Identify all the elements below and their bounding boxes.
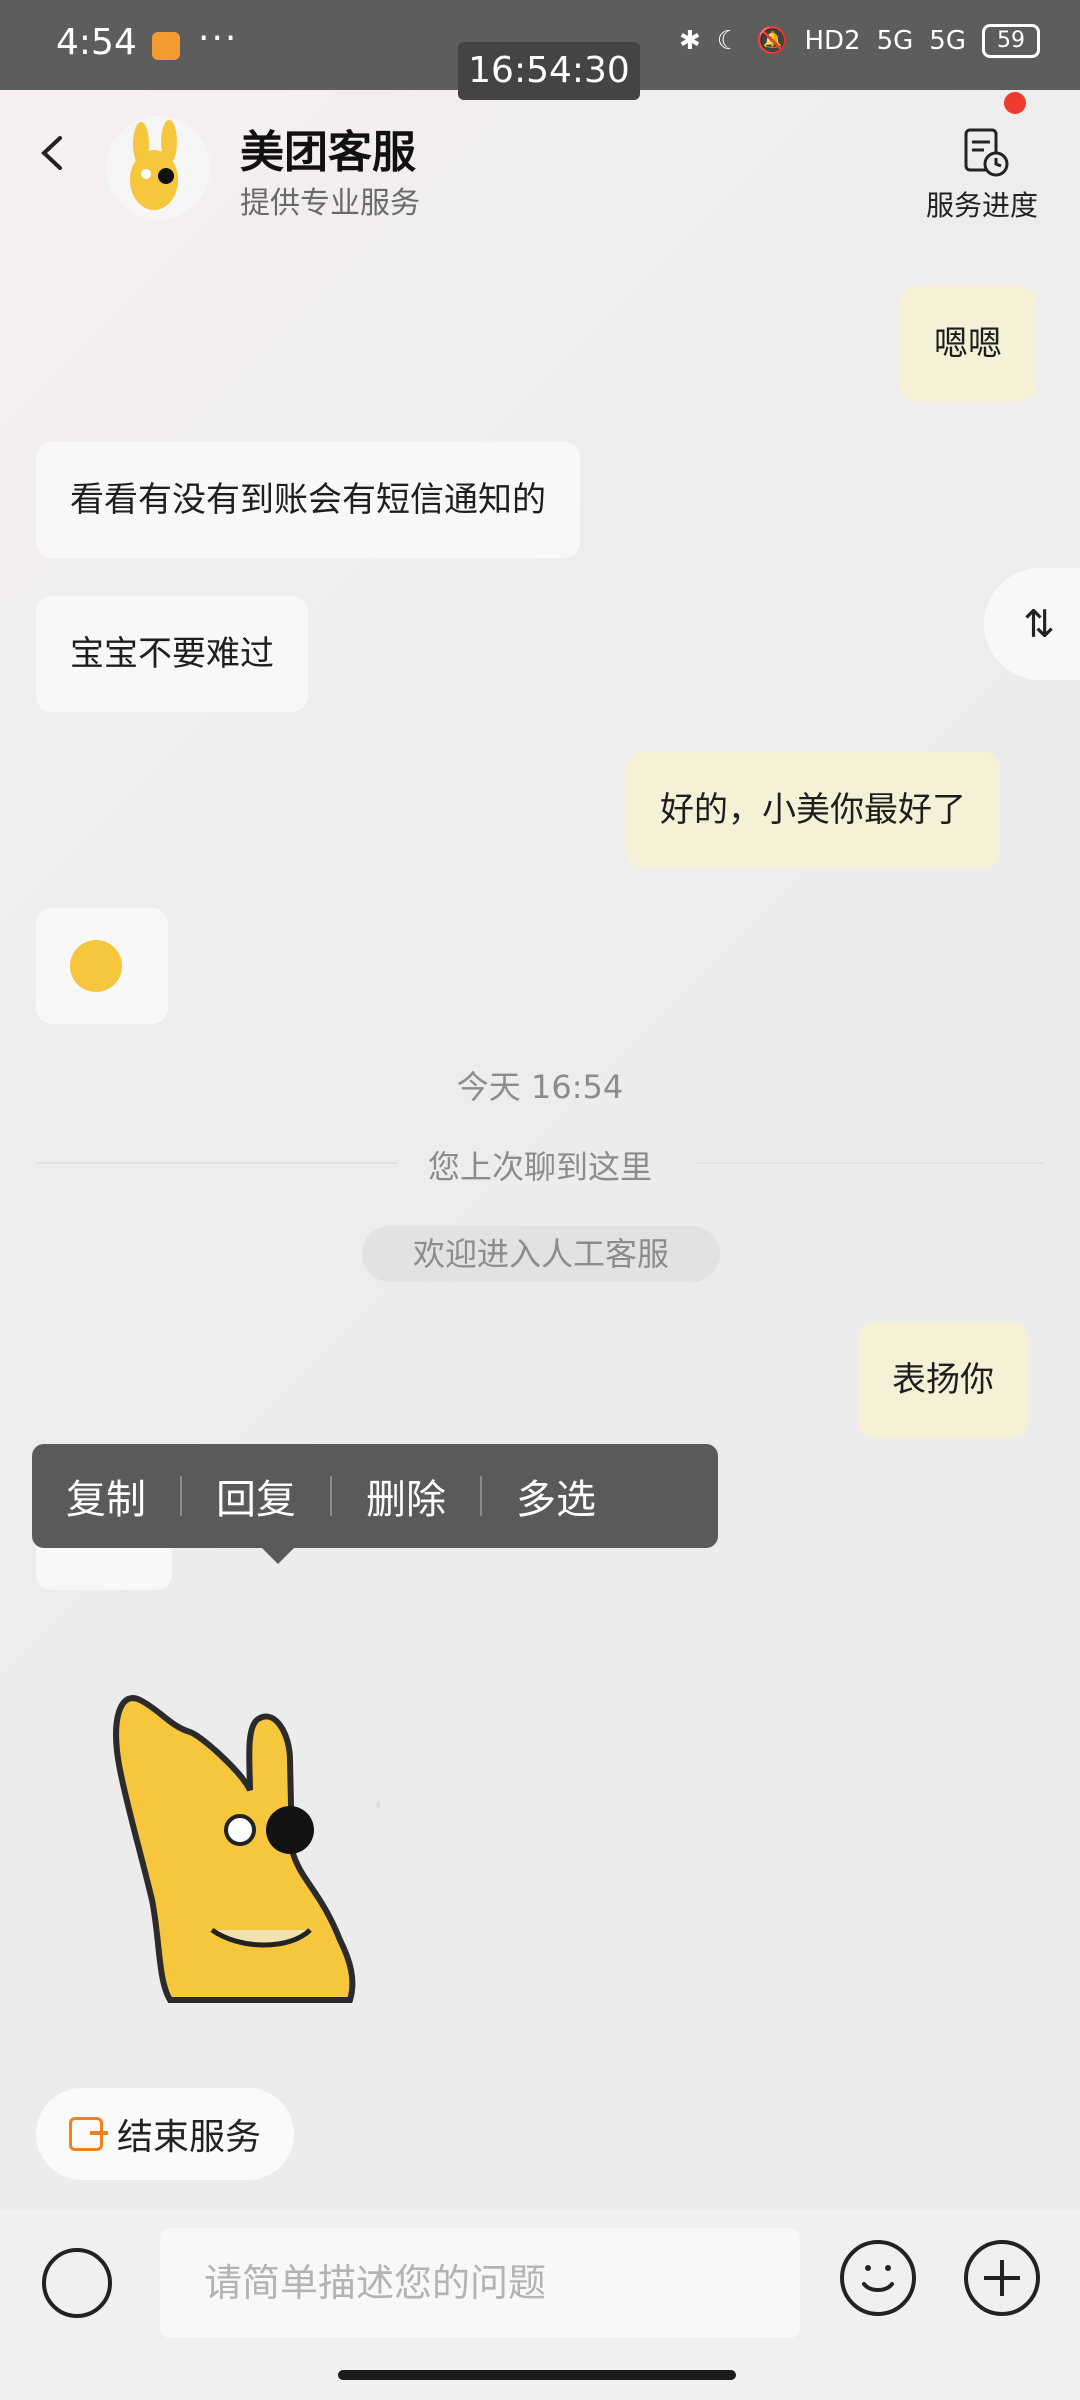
more-icon: ···: [198, 18, 239, 59]
service-progress-button[interactable]: 服务进度: [920, 124, 1050, 234]
end-service-button[interactable]: 结束服务: [36, 2088, 294, 2180]
chat-header: 美团客服 提供专业服务 服务进度: [0, 90, 1080, 260]
voice-icon[interactable]: [42, 2248, 112, 2318]
sticker-mascot[interactable]: [100, 1680, 380, 2010]
moon-icon: ☾: [716, 26, 741, 56]
menu-reply[interactable]: 回复: [182, 1467, 330, 1525]
mascot-icon: [106, 116, 210, 220]
signal-1-icon: 5G: [876, 26, 914, 56]
menu-multiselect[interactable]: 多选: [482, 1467, 630, 1525]
message-bubble[interactable]: 宝宝不要难过: [36, 596, 308, 712]
menu-delete[interactable]: 删除: [332, 1467, 480, 1525]
bluetooth-icon: ✱: [678, 26, 701, 56]
message-bubble[interactable]: 表扬你: [858, 1322, 1028, 1438]
agent-subtitle: 提供专业服务: [240, 186, 420, 221]
blush-emoji-icon: [70, 940, 122, 992]
emoji-message-bubble[interactable]: [36, 908, 168, 1024]
message-input[interactable]: [160, 2228, 800, 2338]
avatar[interactable]: [106, 116, 210, 220]
signal-2-icon: 5G: [929, 26, 966, 56]
plus-icon[interactable]: [964, 2240, 1040, 2316]
status-time: 4:54: [56, 22, 137, 63]
document-clock-icon: [964, 128, 1009, 177]
back-icon[interactable]: [36, 136, 70, 170]
emoji-icon[interactable]: [840, 2240, 916, 2316]
message-bubble[interactable]: 好的，小美你最好了: [626, 752, 1000, 868]
message-bubble[interactable]: 嗯嗯: [900, 286, 1036, 402]
hd-icon: HD2: [804, 26, 861, 56]
notification-dot: [1004, 92, 1026, 114]
menu-copy[interactable]: 复制: [32, 1467, 180, 1525]
last-chat-marker: 您上次聊到这里: [427, 1148, 652, 1186]
context-menu: 复制 回复 删除 多选: [32, 1444, 718, 1548]
exit-icon: [68, 2117, 108, 2151]
welcome-notice: 欢迎进入人工客服: [362, 1226, 720, 1282]
agent-name: 美团客服: [240, 127, 416, 178]
context-menu-arrow: [262, 1548, 294, 1564]
message-bubble[interactable]: 看看有没有到账会有短信通知的: [36, 442, 580, 558]
smile-icon: [862, 2265, 894, 2292]
system-time: 今天 16:54: [456, 1068, 624, 1106]
status-icons: ✱ ☾ 🔕 HD2 5G 5G 59: [679, 24, 1040, 58]
battery-icon: 59: [982, 24, 1040, 58]
home-indicator: [338, 2370, 736, 2380]
mute-icon: 🔕: [756, 26, 789, 56]
end-service-label: 结束服务: [116, 2117, 261, 2158]
app-notification-icon: [152, 32, 180, 60]
message-input-field[interactable]: [160, 2228, 800, 2338]
service-progress-label: 服务进度: [926, 189, 1039, 222]
